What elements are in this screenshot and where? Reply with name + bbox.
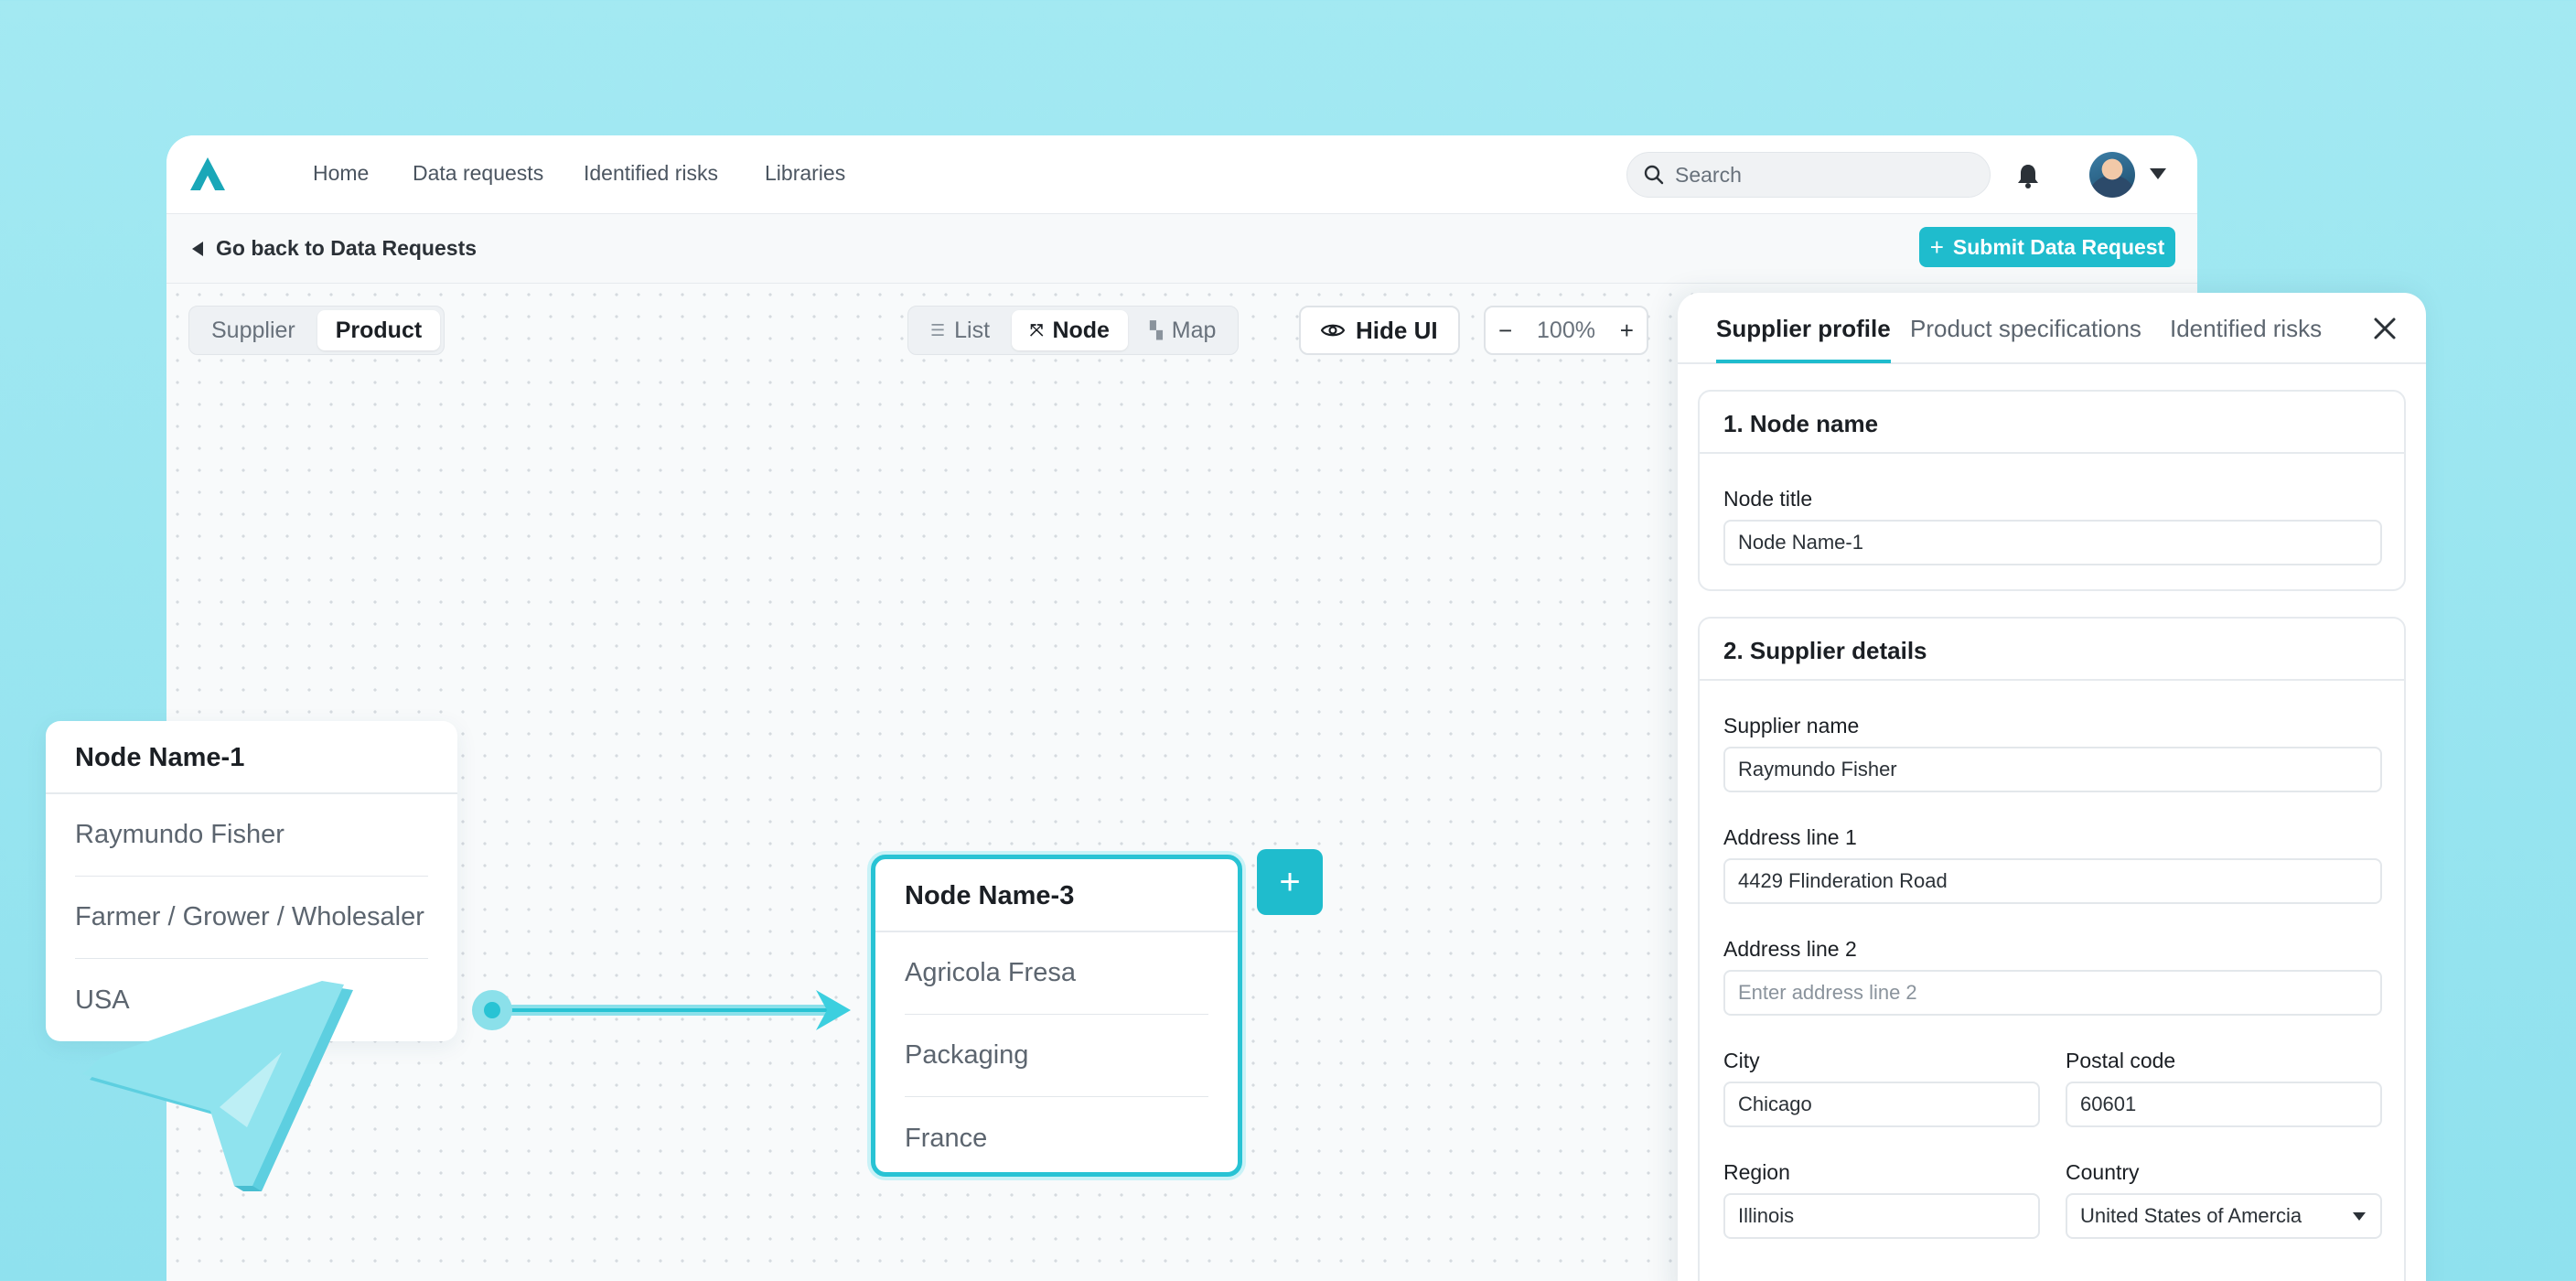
avatar[interactable]: [2089, 152, 2135, 198]
region-label: Region: [1723, 1160, 1790, 1184]
plus-icon: +: [1929, 232, 1944, 261]
toggle-supplier[interactable]: Supplier: [193, 310, 314, 350]
section-title: 1. Node name: [1700, 392, 2404, 454]
back-link-label: Go back to Data Requests: [216, 236, 478, 260]
city-label: City: [1723, 1049, 1760, 1072]
zoom-control: − 100% +: [1484, 306, 1648, 355]
address2-placeholder: Enter address line 2: [1738, 981, 1917, 1004]
section-node-name: 1. Node name Node title Node Name-1: [1698, 390, 2406, 591]
search-icon: [1644, 165, 1664, 185]
logo-icon[interactable]: [188, 156, 227, 192]
search-input[interactable]: Search: [1626, 152, 1991, 198]
arrow-left-icon: [192, 241, 203, 256]
address2-field[interactable]: Enter address line 2: [1723, 970, 2382, 1016]
node-title-value: Node Name-1: [1738, 531, 1863, 554]
view-map-label: Map: [1171, 317, 1217, 343]
postal-code-value: 60601: [2080, 1093, 2137, 1115]
add-node-button[interactable]: +: [1257, 849, 1323, 915]
supplier-name-value: Raymundo Fisher: [1738, 758, 1897, 780]
submit-label: Submit Data Request: [1952, 234, 2165, 259]
address1-value: 4429 Flinderation Road: [1738, 869, 1948, 892]
node-row: Raymundo Fisher: [75, 794, 428, 877]
address1-field[interactable]: 4429 Flinderation Road: [1723, 858, 2382, 904]
node-title: Node Name-1: [46, 721, 457, 794]
chevron-down-icon[interactable]: [2150, 168, 2166, 179]
city-value: Chicago: [1738, 1093, 1812, 1115]
nav-home[interactable]: Home: [313, 161, 369, 186]
toggle-product-label: Product: [335, 317, 423, 343]
toggle-product[interactable]: Product: [317, 310, 441, 350]
section-title: 2. Supplier details: [1700, 619, 2404, 681]
section-supplier-details: 2. Supplier details Supplier name Raymun…: [1698, 617, 2406, 1281]
node-row: Packaging: [905, 1015, 1208, 1097]
hide-ui-button[interactable]: Hide UI: [1299, 306, 1460, 355]
list-icon: ☰: [930, 320, 946, 339]
node-details-panel: Supplier profile Product specifications …: [1678, 293, 2426, 1281]
nav-libraries[interactable]: Libraries: [765, 161, 845, 186]
back-link[interactable]: Go back to Data Requests: [192, 236, 477, 261]
node-row: France: [905, 1123, 988, 1153]
search-placeholder: Search: [1675, 162, 1742, 187]
bell-icon[interactable]: [2016, 163, 2040, 188]
minus-icon[interactable]: −: [1498, 317, 1512, 345]
sub-header: Go back to Data Requests: [166, 214, 2197, 284]
toggle-supplier-label: Supplier: [211, 317, 295, 343]
country-label: Country: [2066, 1160, 2140, 1184]
map-icon: ▚: [1149, 320, 1163, 339]
node-title-label: Node title: [1723, 487, 1813, 511]
postal-code-label: Postal code: [2066, 1049, 2176, 1072]
hide-ui-label: Hide UI: [1356, 316, 1438, 344]
nav-identified-risks[interactable]: Identified risks: [584, 161, 718, 186]
panel-tabs: Supplier profile Product specifications …: [1678, 293, 2426, 364]
submit-data-request-button[interactable]: + Submit Data Request: [1919, 227, 2175, 267]
tab-product-specifications[interactable]: Product specifications: [1910, 315, 2141, 360]
region-field[interactable]: Illinois: [1723, 1193, 2040, 1239]
node-icon: ⤧: [1030, 320, 1044, 339]
arrow-icon: [472, 990, 851, 1030]
node-row: Agricola Fresa: [905, 932, 1208, 1015]
view-list[interactable]: ☰ List: [912, 310, 1008, 350]
address1-label: Address line 1: [1723, 825, 1857, 849]
close-icon[interactable]: [2371, 315, 2399, 342]
supplier-name-label: Supplier name: [1723, 714, 1860, 737]
country-select[interactable]: United States of Amercia: [2066, 1193, 2382, 1239]
zoom-level: 100%: [1537, 317, 1595, 343]
chevron-down-icon: [2353, 1212, 2366, 1221]
entity-toggle: Supplier Product: [188, 306, 445, 355]
node-row: Farmer / Grower / Wholesaler: [75, 877, 428, 959]
tab-supplier-profile[interactable]: Supplier profile: [1716, 315, 1891, 363]
top-navigation: Home Data requests Identified risks Libr…: [166, 135, 2197, 214]
tab-identified-risks[interactable]: Identified risks: [2170, 315, 2322, 360]
postal-code-field[interactable]: 60601: [2066, 1082, 2382, 1127]
node-title-field[interactable]: Node Name-1: [1723, 520, 2382, 565]
view-map[interactable]: ▚ Map: [1132, 310, 1234, 350]
address2-label: Address line 2: [1723, 937, 1857, 961]
view-toggle: ☰ List ⤧ Node ▚ Map: [907, 306, 1240, 355]
node-card-3[interactable]: Node Name-3 Agricola Fresa Packaging Fra…: [871, 855, 1242, 1177]
logo-3d-icon: [82, 981, 353, 1191]
view-node-label: Node: [1052, 317, 1110, 343]
country-value: United States of Amercia: [2080, 1204, 2302, 1227]
region-value: Illinois: [1738, 1204, 1795, 1227]
view-list-label: List: [954, 317, 991, 343]
nav-data-requests[interactable]: Data requests: [413, 161, 543, 186]
supplier-name-field[interactable]: Raymundo Fisher: [1723, 747, 2382, 792]
node-title: Node Name-3: [875, 859, 1238, 932]
city-field[interactable]: Chicago: [1723, 1082, 2040, 1127]
plus-icon[interactable]: +: [1620, 317, 1634, 345]
eye-icon: [1321, 324, 1345, 337]
view-node[interactable]: ⤧ Node: [1012, 310, 1128, 350]
